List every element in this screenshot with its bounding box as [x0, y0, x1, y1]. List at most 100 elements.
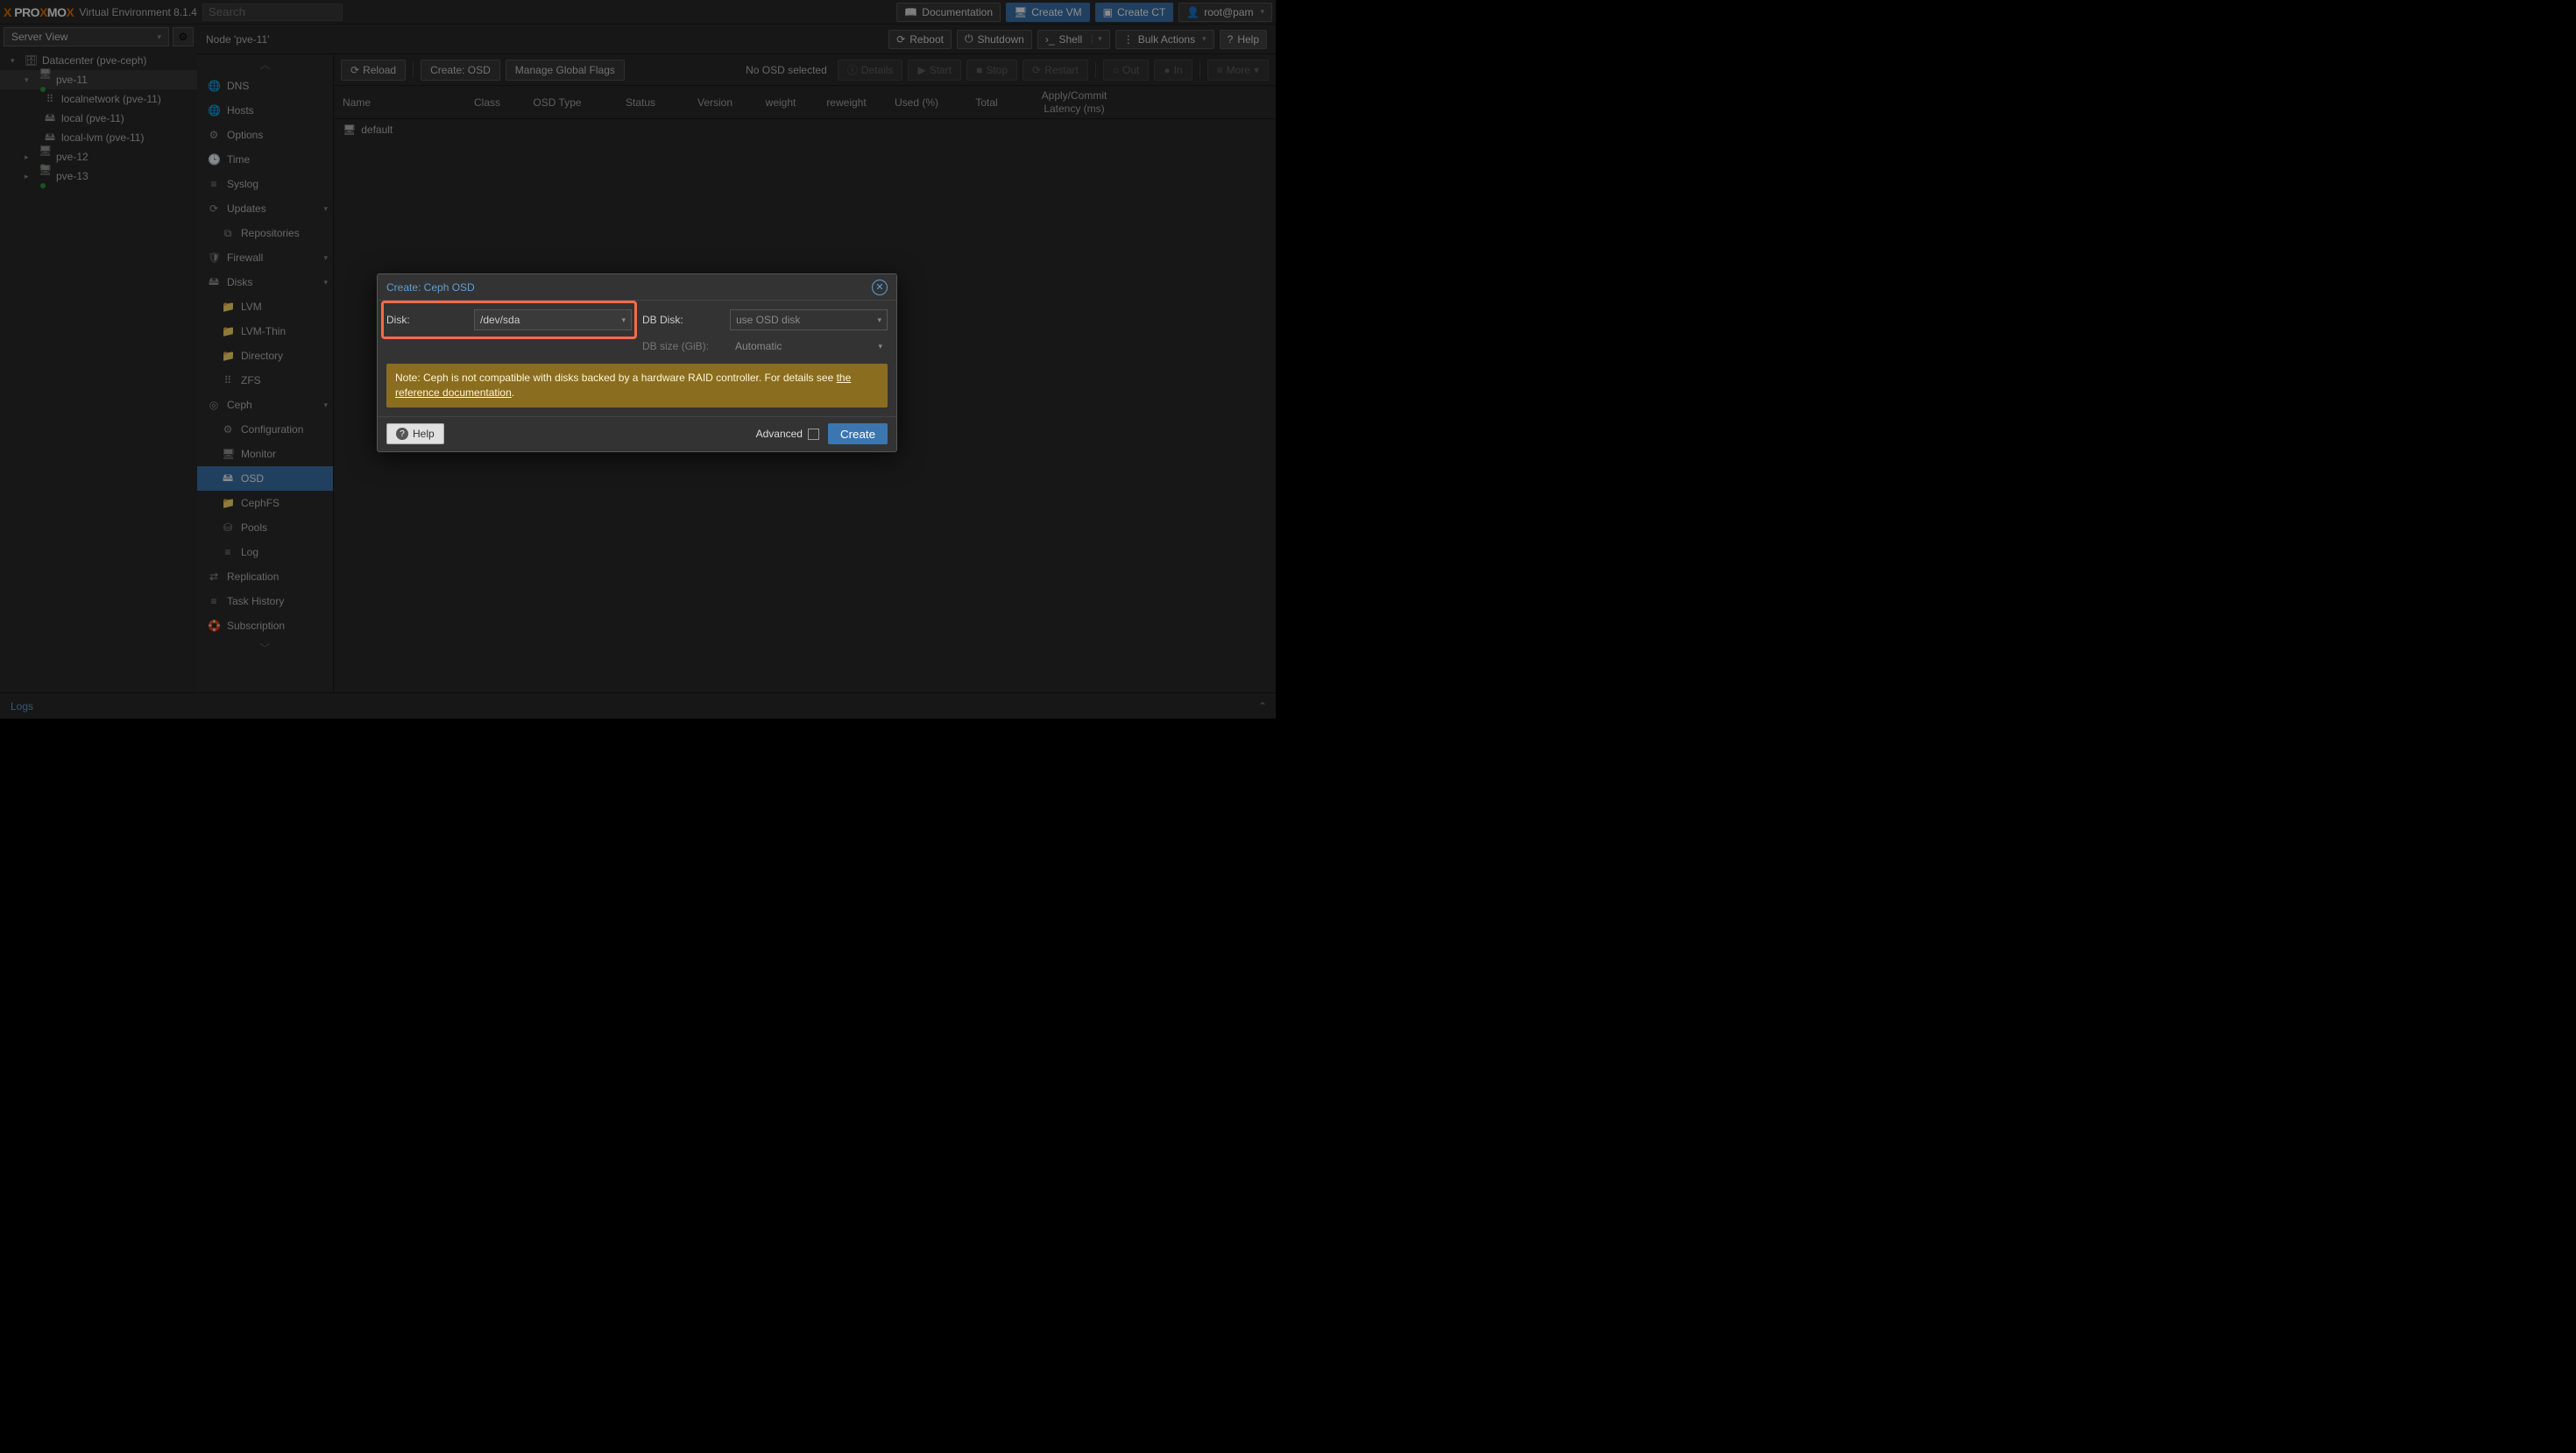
sidebar-item-label: Repositories [241, 227, 300, 239]
ceph-icon: ◎ [208, 399, 220, 411]
log-panel-header[interactable]: Logs ⌃ [0, 692, 1276, 719]
sidebar-item-subscription[interactable]: 🛟Subscription [197, 613, 333, 638]
dialog-help-button[interactable]: ?Help [386, 423, 444, 444]
more-button[interactable]: ≡ More ▾ [1207, 60, 1269, 81]
sidebar-item-label: Ceph [227, 399, 252, 411]
tree-datacenter[interactable]: ▾🗄Datacenter (pve-ceph) [0, 51, 197, 70]
sidebar-item-label: DNS [227, 80, 249, 92]
search-input[interactable] [202, 4, 343, 21]
sidebar-item-monitor[interactable]: 🖥Monitor [197, 442, 333, 466]
create-button[interactable]: Create [828, 423, 888, 444]
sidebar-item-replication[interactable]: ⇄Replication [197, 564, 333, 589]
sidebar-item-dns[interactable]: 🌐 DNS [197, 74, 333, 98]
chevron-up-icon[interactable]: ⌃ [1258, 700, 1267, 712]
sidebar-item-label: OSD [241, 472, 264, 485]
sidebar-item-task-history[interactable]: ≡Task History [197, 589, 333, 613]
sidebar-item-label: Monitor [241, 448, 276, 460]
tree-settings-button[interactable]: ⚙ [173, 27, 194, 46]
table-row[interactable]: 🖥default [334, 119, 1276, 140]
sidebar-item-label: Log [241, 546, 258, 558]
dbsize-input: Automatic [730, 336, 888, 357]
col-used[interactable]: Used (%) [881, 96, 952, 109]
sidebar-item-cephfs[interactable]: 📁CephFS [197, 491, 333, 515]
manage-flags-button[interactable]: Manage Global Flags [506, 60, 625, 81]
user-menu[interactable]: 👤root@pam▾ [1178, 3, 1272, 22]
reload-button[interactable]: ⟳ Reload [341, 60, 406, 81]
start-button[interactable]: ▶ Start [908, 60, 961, 81]
sidebar-item-log[interactable]: ≡Log [197, 540, 333, 564]
col-class[interactable]: Class [461, 96, 513, 109]
create-osd-button[interactable]: Create: OSD [421, 60, 500, 81]
tree-node-pve-13[interactable]: ▸🖥pve-13 [0, 167, 197, 186]
tree-node-pve-12[interactable]: ▸🖥pve-12 [0, 147, 197, 167]
sidebar-item-ceph[interactable]: ◎Ceph▾ [197, 393, 333, 417]
sidebar-item-firewall[interactable]: 🛡Firewall▾ [197, 245, 333, 270]
col-weight[interactable]: weight [750, 96, 811, 109]
globe-icon: 🌐 [208, 80, 220, 92]
host-icon: 🖥 [343, 124, 356, 136]
grid-icon: ⠿ [222, 374, 234, 386]
col-name[interactable]: Name [334, 96, 461, 109]
col-total[interactable]: Total [952, 96, 1022, 109]
details-button[interactable]: ⓘ Details [838, 60, 903, 81]
shield-icon: 🛡 [208, 252, 220, 264]
close-button[interactable]: ✕ [872, 280, 888, 295]
shutdown-button[interactable]: ⏻Shutdown [957, 30, 1032, 49]
sidebar-item-syslog[interactable]: ≡Syslog [197, 172, 333, 196]
sidebar-item-osd[interactable]: 🖴OSD [197, 466, 333, 491]
create-osd-dialog: Create: Ceph OSD ✕ Disk: /dev/sda DB Dis… [377, 273, 897, 452]
sidebar-item-configuration[interactable]: ⚙Configuration [197, 417, 333, 442]
col-type[interactable]: OSD Type [513, 96, 601, 109]
sidebar-item-lvm-thin[interactable]: 📁LVM-Thin [197, 319, 333, 344]
sidebar-item-label: Pools [241, 521, 267, 534]
sidebar-item-repositories[interactable]: ⧉Repositories [197, 221, 333, 245]
osd-toolbar: ⟳ Reload Create: OSD Manage Global Flags… [334, 54, 1276, 86]
sidebar-item-disks[interactable]: 🖴Disks▾ [197, 270, 333, 294]
sidebar-item-hosts[interactable]: 🌐Hosts [197, 98, 333, 123]
logo: X PROXMOX [4, 5, 74, 19]
node-sidebar: ︿ 🌐 DNS 🌐Hosts⚙Options🕒Time≡Syslog⟳Updates… [197, 54, 334, 692]
out-button[interactable]: ○ Out [1103, 60, 1150, 81]
stop-button[interactable]: ■ Stop [966, 60, 1017, 81]
col-status[interactable]: Status [601, 96, 680, 109]
scroll-up-icon[interactable]: ︿ [197, 54, 333, 74]
bulk-actions-button[interactable]: ⋮Bulk Actions▾ [1115, 30, 1214, 49]
warning-note: Note: Ceph is not compatible with disks … [386, 364, 888, 408]
create-vm-button[interactable]: 🖥Create VM [1006, 3, 1090, 22]
sidebar-item-label: Subscription [227, 620, 285, 632]
shell-button[interactable]: ›_Shell▾ [1037, 30, 1110, 49]
folder-icon: 📁 [222, 301, 234, 313]
tree-item[interactable]: 🖴local (pve-11) [0, 109, 197, 128]
tree-node-pve-11[interactable]: ▾🖥pve-11 [0, 70, 197, 89]
sidebar-item-time[interactable]: 🕒Time [197, 147, 333, 172]
sidebar-item-lvm[interactable]: 📁LVM [197, 294, 333, 319]
terminal-icon: ›_ [1045, 33, 1055, 46]
tree-item[interactable]: 🖴local-lvm (pve-11) [0, 128, 197, 147]
tree-item[interactable]: ⠿localnetwork (pve-11) [0, 89, 197, 109]
restart-button[interactable]: ⟳ Restart [1023, 60, 1088, 81]
create-ct-button[interactable]: ▣Create CT [1095, 3, 1174, 22]
no-osd-label: No OSD selected [746, 64, 827, 76]
reboot-button[interactable]: ⟳Reboot [888, 30, 952, 49]
col-version[interactable]: Version [680, 96, 750, 109]
node-title: Node 'pve-11' [206, 33, 883, 46]
cog-icon: ⚙ [222, 423, 234, 436]
dbdisk-select[interactable]: use OSD disk [730, 309, 888, 330]
documentation-button[interactable]: 📖Documentation [896, 3, 1001, 22]
sidebar-item-options[interactable]: ⚙Options [197, 123, 333, 147]
scroll-down-icon[interactable]: ﹀ [197, 638, 333, 657]
sidebar-item-zfs[interactable]: ⠿ZFS [197, 368, 333, 393]
view-selector[interactable]: Server View▾ [4, 27, 169, 46]
col-reweight[interactable]: reweight [811, 96, 881, 109]
help-button[interactable]: ?Help [1220, 30, 1267, 49]
sidebar-item-updates[interactable]: ⟳Updates▾ [197, 196, 333, 221]
in-button[interactable]: ● In [1154, 60, 1192, 81]
advanced-checkbox[interactable] [808, 429, 819, 440]
help-icon: ? [1228, 33, 1234, 46]
resource-tree-panel: Server View▾ ⚙ ▾🗄Datacenter (pve-ceph) ▾… [0, 25, 197, 692]
col-latency[interactable]: Apply/Commit Latency (ms) [1022, 89, 1127, 115]
sidebar-item-directory[interactable]: 📁Directory [197, 344, 333, 368]
sidebar-item-pools[interactable]: ⛁Pools [197, 515, 333, 540]
disk-select[interactable]: /dev/sda [474, 309, 632, 330]
sidebar-item-label: Hosts [227, 104, 254, 117]
